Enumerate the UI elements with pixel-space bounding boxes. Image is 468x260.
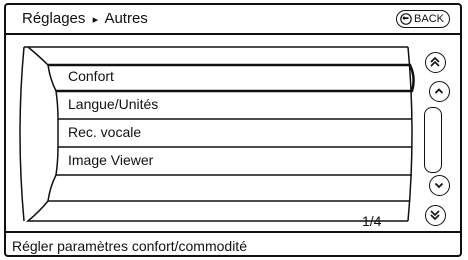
line-up-button[interactable] <box>429 81 450 102</box>
back-arrow-icon <box>400 13 412 25</box>
page-down-button[interactable] <box>425 205 446 226</box>
header-bar: Réglages ▸ Autres BACK <box>6 5 460 35</box>
menu-item-langue-unites[interactable]: Langue/Unités <box>68 91 408 117</box>
breadcrumb-current: Autres <box>104 10 148 27</box>
double-chevron-up-icon <box>430 56 440 67</box>
scrollbar-track[interactable] <box>424 107 442 173</box>
page-indicator: 1/4 <box>362 213 382 229</box>
chevron-up-icon <box>434 88 444 94</box>
status-text: Régler paramètres confort/commodité <box>12 238 247 254</box>
double-chevron-down-icon <box>430 210 440 221</box>
menu-item-rec-vocale[interactable]: Rec. vocale <box>68 119 408 145</box>
menu-item-empty <box>68 175 408 201</box>
breadcrumb-separator-icon: ▸ <box>92 14 99 26</box>
menu-item-image-viewer[interactable]: Image Viewer <box>68 147 408 173</box>
status-bar: Régler paramètres confort/commodité <box>6 231 460 255</box>
breadcrumb-parent: Réglages <box>22 10 86 27</box>
menu-item-confort[interactable]: Confort <box>68 63 408 89</box>
menu-area: Confort Langue/Unités Rec. vocale Image … <box>6 35 460 231</box>
nav-screen: Réglages ▸ Autres BACK Confort Langue/Un… <box>4 3 462 257</box>
line-down-button[interactable] <box>429 175 450 196</box>
back-button[interactable]: BACK <box>396 10 450 28</box>
chevron-down-icon <box>434 182 444 189</box>
breadcrumb: Réglages ▸ Autres <box>22 10 148 27</box>
page-up-button[interactable] <box>425 52 446 73</box>
back-label: BACK <box>414 13 444 25</box>
